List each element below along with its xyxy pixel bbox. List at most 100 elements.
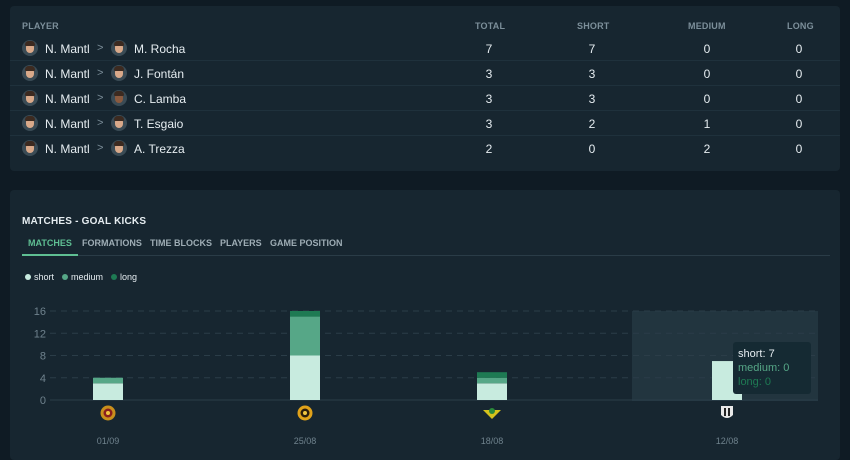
- tab-formations[interactable]: FORMATIONS: [82, 238, 142, 256]
- bar-segment-short[interactable]: [290, 355, 320, 401]
- legend-short-swatch: [25, 274, 31, 280]
- legend-short[interactable]: short: [25, 272, 54, 282]
- passer-name[interactable]: N. Mantl: [45, 142, 90, 156]
- table-header: PLAYER TOTAL SHORT MEDIUM LONG: [10, 21, 840, 35]
- y-tick-label: 8: [40, 351, 46, 363]
- col-total[interactable]: TOTAL: [475, 21, 505, 31]
- table-body: N. Mantl > M. Rocha 7 7 0 0 N. Mantl > J. Fontán 3…: [10, 36, 840, 161]
- tab-players[interactable]: PLAYERS: [220, 238, 262, 256]
- bar-segment-medium[interactable]: [93, 377, 123, 384]
- tab-time-blocks[interactable]: TIME BLOCKS: [150, 238, 212, 256]
- col-medium[interactable]: MEDIUM: [688, 21, 726, 31]
- x-tick-label: 25/08: [294, 436, 317, 446]
- legend-medium[interactable]: medium: [62, 272, 103, 282]
- bar-segment-medium[interactable]: [477, 377, 507, 384]
- legend-medium-label: medium: [71, 272, 104, 282]
- tab-bar: MATCHES FORMATIONS TIME BLOCKS PLAYERS G…: [22, 238, 830, 256]
- legend-medium-swatch: [62, 274, 68, 280]
- avatar: [111, 115, 127, 131]
- col-player[interactable]: PLAYER: [22, 21, 59, 31]
- bar-segment-short[interactable]: [93, 383, 123, 400]
- tab-matches[interactable]: MATCHES: [22, 238, 78, 256]
- avatar: [22, 115, 38, 131]
- total-value: 3: [485, 67, 493, 81]
- chevron-right-icon: >: [97, 142, 104, 154]
- passer-name[interactable]: N. Mantl: [45, 42, 90, 56]
- table-row[interactable]: N. Mantl > C. Lamba 3 3 0 0: [10, 86, 840, 111]
- y-tick-label: 0: [40, 395, 46, 407]
- long-value: 0: [795, 67, 803, 81]
- chevron-right-icon: >: [97, 92, 104, 104]
- short-value: 0: [588, 142, 596, 156]
- medium-value: 0: [703, 67, 711, 81]
- table-row[interactable]: N. Mantl > A. Trezza 2 0 2 0: [10, 136, 840, 161]
- receiver-name[interactable]: J. Fontán: [134, 67, 184, 81]
- club-crest-icon[interactable]: [100, 405, 116, 421]
- col-short[interactable]: SHORT: [577, 21, 610, 31]
- avatar: [111, 65, 127, 81]
- passer-name[interactable]: N. Mantl: [45, 92, 90, 106]
- chart-tooltip: short: 7 medium: 0 long: 0: [733, 342, 811, 394]
- chevron-right-icon: >: [97, 117, 104, 129]
- medium-value: 0: [703, 42, 711, 56]
- total-value: 3: [485, 117, 493, 131]
- medium-value: 1: [703, 117, 711, 131]
- table-row[interactable]: N. Mantl > T. Esgaio 3 2 1 0: [10, 111, 840, 136]
- avatar: [22, 40, 38, 56]
- total-value: 2: [485, 142, 493, 156]
- table-row[interactable]: N. Mantl > J. Fontán 3 3 0 0: [10, 61, 840, 86]
- short-value: 7: [588, 42, 596, 56]
- avatar: [111, 140, 127, 156]
- receiver-name[interactable]: M. Rocha: [134, 42, 185, 56]
- total-value: 7: [485, 42, 493, 56]
- medium-value: 0: [703, 92, 711, 106]
- total-value: 3: [485, 92, 493, 106]
- receiver-name[interactable]: A. Trezza: [134, 142, 185, 156]
- medium-value: 2: [703, 142, 711, 156]
- x-tick-label: 01/09: [97, 436, 120, 446]
- x-tick-label: 12/08: [716, 436, 739, 446]
- tooltip-medium: medium: 0: [738, 362, 790, 374]
- chevron-right-icon: >: [97, 67, 104, 79]
- y-tick-label: 12: [34, 328, 46, 340]
- legend-long-swatch: [111, 274, 117, 280]
- tooltip-short: short: 7: [738, 348, 775, 360]
- tooltip-long: long: 0: [738, 376, 772, 388]
- passer-name[interactable]: N. Mantl: [45, 67, 90, 81]
- receiver-name[interactable]: T. Esgaio: [134, 117, 183, 131]
- receiver-name[interactable]: C. Lamba: [134, 92, 186, 106]
- long-value: 0: [795, 117, 803, 131]
- avatar: [111, 90, 127, 106]
- y-tick-label: 16: [34, 306, 46, 318]
- short-value: 2: [588, 117, 596, 131]
- goal-kicks-chart: 0 4 8 12 16 01/09 25/08 18/08 12/08: [34, 306, 818, 446]
- matches-panel: MATCHES - GOAL KICKS MATCHES FORMATIONS …: [10, 190, 840, 460]
- long-value: 0: [795, 42, 803, 56]
- long-value: 0: [795, 92, 803, 106]
- passer-name[interactable]: N. Mantl: [45, 117, 90, 131]
- club-crest-icon[interactable]: [483, 408, 501, 419]
- bar-segment-medium[interactable]: [290, 316, 320, 356]
- x-tick-label: 18/08: [481, 436, 504, 446]
- bar-segment-long[interactable]: [290, 311, 320, 317]
- long-value: 0: [795, 142, 803, 156]
- short-value: 3: [588, 67, 596, 81]
- chevron-right-icon: >: [97, 42, 104, 54]
- receivers-panel: PLAYER TOTAL SHORT MEDIUM LONG N. Mantl >…: [10, 6, 840, 171]
- y-tick-label: 4: [40, 373, 46, 385]
- legend-long[interactable]: long: [111, 272, 137, 282]
- club-crest-icon[interactable]: [297, 405, 313, 421]
- legend-short-label: short: [34, 272, 55, 282]
- avatar: [111, 40, 127, 56]
- section-title: MATCHES - GOAL KICKS: [22, 216, 147, 227]
- avatar: [22, 90, 38, 106]
- avatar: [22, 65, 38, 81]
- bar-segment-long[interactable]: [477, 372, 507, 378]
- club-crest-icon[interactable]: [721, 406, 733, 418]
- col-long[interactable]: LONG: [787, 21, 814, 31]
- avatar: [22, 140, 38, 156]
- short-value: 3: [588, 92, 596, 106]
- table-row[interactable]: N. Mantl > M. Rocha 7 7 0 0: [10, 36, 840, 61]
- tab-game-position[interactable]: GAME POSITION: [270, 238, 343, 256]
- bar-segment-short[interactable]: [477, 383, 507, 400]
